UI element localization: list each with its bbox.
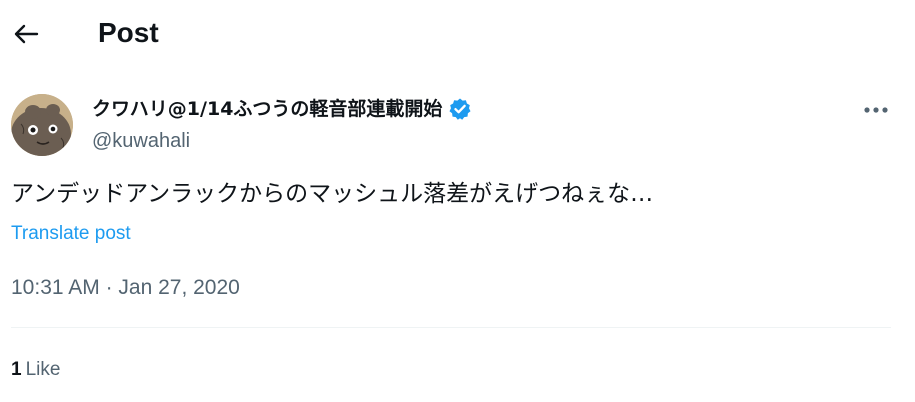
back-button[interactable] [10, 18, 42, 50]
post-timestamp: 10:31 AM · Jan 27, 2020 [11, 274, 240, 302]
author-display-name[interactable]: クワハリ@1/14ふつうの軽音部連載開始 [92, 96, 472, 122]
timestamp-separator: · [99, 276, 119, 299]
post-page: Post クワハリ@1/14ふつうの軽音部連載開始 @kuwahali アンデッ… [0, 0, 915, 402]
more-options-button[interactable] [858, 96, 894, 124]
divider [11, 327, 891, 328]
verified-badge-icon [448, 97, 472, 121]
post-date[interactable]: Jan 27, 2020 [118, 276, 239, 299]
avatar[interactable] [11, 94, 73, 156]
author-name-text: クワハリ@1/14ふつうの軽音部連載開始 [92, 98, 443, 120]
post-time[interactable]: 10:31 AM [11, 276, 100, 299]
post-text: アンデッドアンラックからのマッシュル落差がえげつねぇな… [11, 181, 654, 207]
page-header: Post [0, 0, 915, 70]
author-handle[interactable]: @kuwahali [92, 128, 190, 154]
likes-count: 1 [11, 359, 22, 380]
likes-label: Like [25, 359, 61, 380]
avatar-image [11, 94, 73, 156]
arrow-left-icon [14, 24, 39, 44]
likes-link[interactable]: 1 Like [11, 357, 60, 383]
translate-post-link[interactable]: Translate post [11, 221, 131, 247]
more-dots-icon [864, 107, 888, 113]
page-title: Post [98, 17, 159, 48]
